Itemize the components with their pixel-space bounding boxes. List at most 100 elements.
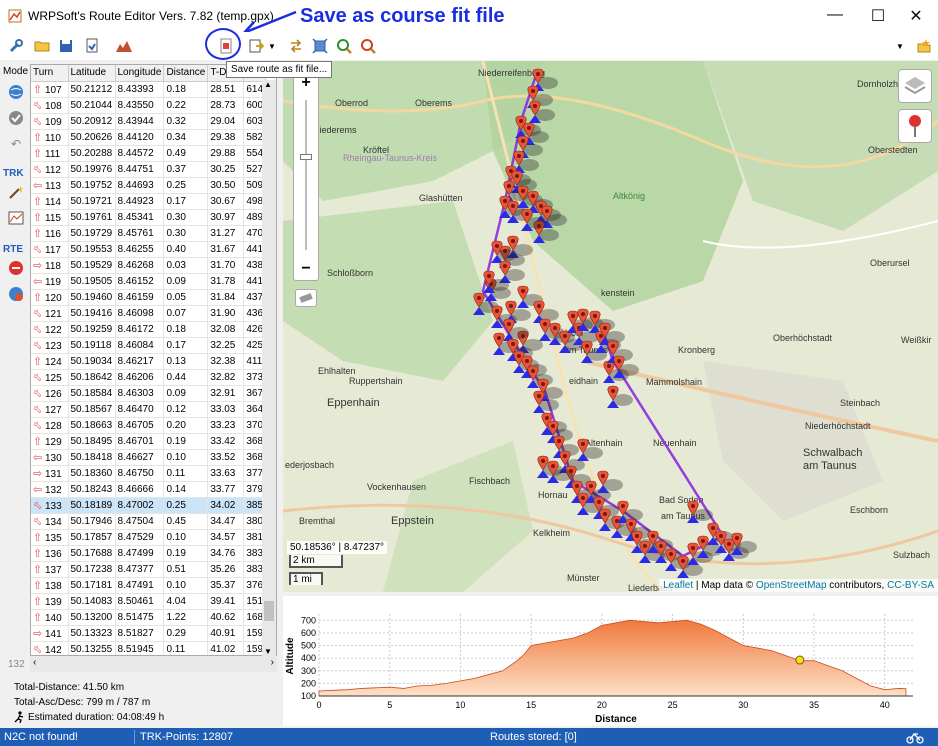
save-disk-icon[interactable]	[56, 36, 76, 56]
y-tick-label: 500	[301, 641, 316, 651]
table-row[interactable]: ⇧ 116 50.19729 8.45761 0.30 31.27 470	[31, 225, 267, 242]
scroll-left-icon[interactable]: ‹	[33, 657, 36, 668]
table-row[interactable]: ⬁ 134 50.17946 8.47504 0.45 34.47 380	[31, 513, 267, 530]
table-row[interactable]: ⬁ 127 50.18567 8.46470 0.12 33.03 364	[31, 401, 267, 418]
zoom-out-icon[interactable]	[358, 36, 378, 56]
table-row[interactable]: ⬁ 126 50.18584 8.46303 0.09 32.91 367	[31, 385, 267, 402]
table-row[interactable]: ⬁ 112 50.19976 8.44751 0.37 30.25 527	[31, 161, 267, 178]
zoom-in-icon[interactable]	[334, 36, 354, 56]
table-row[interactable]: ⇦ 113 50.19752 8.44693 0.25 30.50 509	[31, 177, 267, 194]
cell-latitude: 50.13200	[68, 609, 116, 626]
turn-arrow-icon: ⇨	[33, 259, 43, 272]
menu-dropdown-icon[interactable]: ▼	[890, 36, 910, 56]
maximize-button[interactable]: ☐	[868, 6, 888, 26]
reverse-route-icon[interactable]	[286, 36, 306, 56]
osm-link[interactable]: OpenStreetMap	[756, 580, 827, 591]
scroll-right-icon[interactable]: ›	[271, 657, 274, 668]
cell-longitude: 8.45341	[115, 209, 165, 226]
table-row[interactable]: ⇧ 135 50.17857 8.47529 0.10 34.57 381	[31, 529, 267, 546]
close-button[interactable]: ✕	[906, 6, 926, 26]
elevation-chart[interactable]: 100 200 300 400 500 600 700 0 5 10 15 20 25 30 35 40 Dis…	[283, 596, 938, 726]
table-row[interactable]: ⇧ 107 50.21212 8.43393 0.18 28.51 614	[31, 81, 267, 98]
open-folder-icon[interactable]	[32, 36, 52, 56]
trk-label: TRK	[3, 168, 24, 179]
zoom-out-button[interactable]: −	[294, 260, 318, 278]
cell-tdis: 33.23	[207, 417, 245, 434]
table-row[interactable]: ⇧ 114 50.19721 8.44923 0.17 30.67 498	[31, 193, 267, 210]
scroll-down-icon[interactable]: ▼	[264, 647, 272, 656]
leaflet-link[interactable]: Leaflet	[663, 580, 693, 591]
table-horizontal-scrollbar[interactable]: ‹ ›	[30, 656, 277, 672]
table-row[interactable]: ⇧ 120 50.19460 8.46159 0.05 31.84 437	[31, 289, 267, 306]
table-row[interactable]: ⇧ 137 50.17238 8.47377 0.51 35.26 383	[31, 561, 267, 578]
undo-icon[interactable]: ↶	[8, 136, 24, 152]
table-row[interactable]: ⬁ 142 50.13255 8.51945 0.11 41.02 159	[31, 641, 267, 655]
table-row[interactable]: ⬁ 128 50.18663 8.46705 0.20 33.23 370	[31, 417, 267, 434]
track-magic-icon[interactable]	[8, 184, 24, 200]
mode-check-icon[interactable]	[8, 110, 24, 126]
map-canvas[interactable]: NiederreifenbergOberrod OberemsDornholzha…	[283, 61, 938, 592]
turn-number: 114	[45, 196, 61, 208]
table-row[interactable]: ⇧ 110 50.20626 8.44120 0.34 29.38 582	[31, 129, 267, 146]
table-row[interactable]: ⬁ 108 50.21044 8.43550 0.22 28.73 600	[31, 97, 267, 114]
col-turn[interactable]: Turn	[31, 65, 69, 82]
turn-arrow-icon: ⇧	[33, 595, 43, 608]
table-row[interactable]: ⬁ 121 50.19416 8.46098 0.07 31.90 436	[31, 305, 267, 322]
track-chart-icon[interactable]	[8, 210, 24, 226]
col-longitude[interactable]: Longitude	[115, 65, 165, 82]
turn-table-grid: Turn Latitude Longitude Distance T-Dis ⇧…	[31, 65, 267, 655]
table-row[interactable]: ⇧ 129 50.18495 8.46701 0.19 33.42 368	[31, 433, 267, 450]
scroll-thumb[interactable]	[264, 601, 274, 621]
col-distance[interactable]: Distance	[163, 65, 209, 82]
status-divider	[134, 730, 135, 744]
minimize-button[interactable]: —	[825, 6, 845, 24]
zoom-slider-handle[interactable]	[300, 154, 312, 160]
eraser-icon[interactable]	[295, 289, 317, 307]
place-label: Kronberg	[678, 345, 715, 355]
table-row[interactable]: ⬁ 125 50.18642 8.46206 0.44 32.82 373	[31, 369, 267, 386]
table-row[interactable]: ⬁ 122 50.19259 8.46172 0.18 32.08 426	[31, 321, 267, 338]
table-row[interactable]: ⇧ 124 50.19034 8.46217 0.13 32.38 411	[31, 353, 267, 370]
settings-wrench-icon[interactable]	[6, 36, 26, 56]
table-row[interactable]: ⇨ 141 50.13323 8.51827 0.29 40.91 159	[31, 625, 267, 642]
table-row[interactable]: ⇧ 136 50.17688 8.47499 0.19 34.76 383	[31, 545, 267, 562]
cell-longitude: 8.46217	[115, 353, 165, 370]
save-as-icon[interactable]	[82, 36, 102, 56]
table-row[interactable]: ⬁ 123 50.19118 8.46084 0.17 32.25 425	[31, 337, 267, 354]
table-row[interactable]: ⇧ 139 50.14083 8.50461 4.04 39.41 151	[31, 593, 267, 610]
route-delete-icon[interactable]	[8, 260, 24, 276]
table-row[interactable]: ⇦ 132 50.18243 8.46666 0.14 33.77 379	[31, 481, 267, 498]
table-row[interactable]: ⇧ 138 50.17181 8.47491 0.10 35.37 376	[31, 577, 267, 594]
license-link[interactable]: CC-BY-SA	[887, 580, 934, 591]
table-vertical-scrollbar[interactable]: ▲ ▼	[262, 80, 276, 656]
profile-icon[interactable]	[914, 36, 934, 56]
mode-globe-icon[interactable]	[8, 84, 24, 100]
table-row[interactable]: ⇦ 119 50.19505 8.46152 0.09 31.78 441	[31, 273, 267, 290]
table-row[interactable]: ⬁ 109 50.20912 8.43944 0.32 29.04 603	[31, 113, 267, 130]
table-row[interactable]: ⬁ 133 50.18189 8.47002 0.25 34.02 385	[31, 497, 267, 514]
cell-longitude: 8.43550	[115, 97, 165, 114]
export-dropdown-icon[interactable]: ▼	[262, 36, 282, 56]
layers-icon[interactable]	[898, 69, 932, 103]
scroll-up-icon[interactable]: ▲	[264, 80, 272, 89]
table-row[interactable]: ⇧ 140 50.13200 8.51475 1.22 40.62 168	[31, 609, 267, 626]
cell-latitude: 50.19553	[68, 241, 116, 258]
fit-bounds-icon[interactable]	[310, 36, 330, 56]
table-row[interactable]: ⇦ 130 50.18418 8.46627 0.10 33.52 368	[31, 449, 267, 466]
table-row[interactable]: ⇧ 115 50.19761 8.45341 0.30 30.97 489	[31, 209, 267, 226]
zoom-slider-track[interactable]	[305, 100, 307, 250]
cell-latitude: 50.18567	[68, 401, 116, 418]
col-latitude[interactable]: Latitude	[68, 65, 116, 82]
place-label: Oberursel	[870, 258, 910, 268]
elevation-icon[interactable]	[114, 36, 134, 56]
route-globe-icon[interactable]	[8, 286, 24, 302]
map-view[interactable]: Niederreifenberg Oberrod Oberems Dornholzha…	[283, 61, 938, 592]
cell-longitude: 8.46255	[115, 241, 165, 258]
table-row[interactable]: ⇨ 131 50.18360 8.46750 0.11 33.63 377	[31, 465, 267, 482]
turn-arrow-icon: ⇧	[33, 531, 43, 544]
table-row[interactable]: ⇨ 118 50.19529 8.46268 0.03 31.70 438	[31, 257, 267, 274]
table-row[interactable]: ⇧ 111 50.20288 8.44572 0.49 29.88 554	[31, 145, 267, 162]
map-pin-icon[interactable]	[898, 109, 932, 143]
elevation-profile[interactable]: 100 200 300 400 500 600 700 0 5 10 15 20 25 30 35 40 Dis…	[283, 596, 938, 726]
table-row[interactable]: ⬁ 117 50.19553 8.46255 0.40 31.67 441	[31, 241, 267, 258]
